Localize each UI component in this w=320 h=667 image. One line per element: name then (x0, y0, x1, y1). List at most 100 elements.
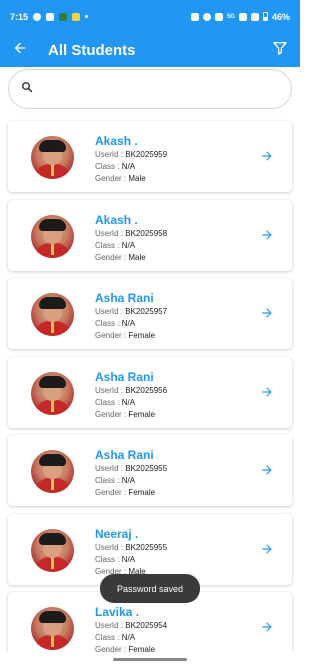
class-label: Class : (95, 240, 120, 250)
search-bar[interactable] (8, 69, 292, 109)
student-class-row: Class : N/A (95, 240, 167, 251)
student-gender: Female (128, 488, 156, 497)
whatsapp-icon (33, 12, 42, 21)
notification-dot-icon (85, 15, 89, 18)
student-class-row: Class : N/A (95, 475, 167, 486)
student-avatar (31, 450, 74, 493)
toast-message: Password saved (100, 574, 200, 603)
status-time: 7:15 (10, 11, 29, 22)
wifi-icon (238, 12, 247, 21)
student-class: N/A (121, 397, 136, 407)
student-name: Lavika . (95, 605, 140, 619)
filter-icon[interactable] (272, 40, 288, 61)
search-input[interactable] (41, 74, 291, 104)
student-userid-row: UserId : BK2025957 (95, 306, 167, 317)
student-card[interactable]: Asha Rani UserId : BK2025956 Class : N/A… (8, 356, 292, 428)
gender-label: Gender : (95, 174, 127, 183)
student-avatar (31, 371, 74, 415)
student-avatar (31, 607, 74, 650)
student-userid-row: UserId : BK2025956 (95, 385, 167, 396)
student-userid-row: UserId : BK2025959 (95, 149, 167, 160)
network-type: 5G (226, 13, 235, 20)
student-card[interactable]: Asha Rani UserId : BK2025957 Class : N/A… (8, 278, 292, 349)
toast-text: Password saved (116, 583, 184, 594)
back-arrow-icon[interactable] (12, 40, 28, 61)
gender-label: Gender : (95, 409, 127, 419)
chevron-right-arrow-icon[interactable] (260, 542, 274, 561)
battery-percent: 46% (271, 11, 290, 22)
student-name: Asha Rani (95, 448, 154, 462)
student-name: Asha Rani (95, 369, 154, 384)
student-info: Asha Rani UserId : BK2025955 Class : N/A… (95, 448, 167, 498)
userid-label: UserId : (95, 464, 124, 473)
volte-icon (214, 12, 223, 21)
gesture-nav-bar (0, 652, 300, 667)
userid-label: UserId : (95, 385, 124, 395)
network-speed-icon (190, 12, 199, 21)
student-gender-row: Gender : Female (95, 487, 167, 498)
student-info: Asha Rani UserId : BK2025956 Class : N/A… (95, 370, 167, 420)
class-label: Class : (95, 476, 120, 485)
student-gender-row: Gender : Female (95, 409, 167, 420)
student-info: Lavika . UserId : BK2025954 Class : N/A … (95, 605, 167, 655)
student-userid: BK2025955 (125, 464, 168, 473)
student-class-row: Class : N/A (95, 632, 167, 643)
linkedin-icon (46, 12, 55, 21)
student-avatar (31, 136, 74, 179)
student-userid-row: UserId : BK2025955 (95, 463, 167, 474)
student-card[interactable]: Akash . UserId : BK2025958 Class : N/A G… (8, 199, 292, 271)
chevron-right-arrow-icon[interactable] (260, 306, 274, 325)
student-info: Asha Rani UserId : BK2025957 Class : N/A… (95, 291, 167, 341)
student-class: N/A (121, 633, 136, 642)
student-name: Neeraj . (95, 526, 139, 541)
student-avatar (31, 528, 74, 572)
search-icon (21, 80, 33, 98)
student-class: N/A (121, 240, 136, 250)
class-label: Class : (95, 554, 120, 564)
student-info: Akash . UserId : BK2025959 Class : N/A G… (95, 134, 167, 184)
chevron-right-arrow-icon[interactable] (260, 149, 274, 168)
alarm-icon (202, 12, 211, 21)
student-userid: BK2025956 (125, 385, 168, 395)
student-card[interactable]: Asha Rani UserId : BK2025955 Class : N/A… (8, 435, 292, 506)
class-label: Class : (95, 319, 120, 328)
student-info: Neeraj . UserId : BK2025955 Class : N/A … (95, 527, 167, 577)
status-bar: 7:15 5G 46% (0, 0, 300, 33)
student-avatar (31, 293, 74, 336)
student-userid-row: UserId : BK2025955 (95, 542, 167, 553)
signal-icon (250, 12, 259, 21)
student-userid: BK2025955 (125, 542, 168, 552)
student-info: Akash . UserId : BK2025958 Class : N/A G… (95, 213, 167, 263)
student-class: N/A (121, 554, 136, 564)
userid-label: UserId : (95, 542, 124, 552)
app-icon (72, 12, 81, 21)
chevron-right-arrow-icon[interactable] (260, 620, 274, 639)
student-class-row: Class : N/A (95, 318, 167, 329)
student-class: N/A (121, 476, 136, 485)
student-gender: Male (128, 252, 146, 262)
student-class-row: Class : N/A (95, 397, 167, 408)
app-bar: All Students (0, 33, 300, 67)
student-gender-row: Gender : Male (95, 173, 167, 184)
chevron-right-arrow-icon[interactable] (260, 228, 274, 247)
student-userid: BK2025957 (125, 307, 168, 316)
student-gender: Female (128, 409, 156, 419)
student-class: N/A (121, 162, 136, 171)
student-class-row: Class : N/A (95, 554, 167, 565)
chevron-right-arrow-icon[interactable] (260, 463, 274, 482)
student-userid: BK2025954 (125, 621, 168, 630)
student-avatar (31, 214, 74, 258)
student-userid: BK2025958 (125, 228, 168, 238)
home-gesture-handle[interactable] (113, 658, 187, 661)
class-label: Class : (95, 633, 120, 642)
student-card[interactable]: Akash . UserId : BK2025959 Class : N/A G… (8, 121, 292, 192)
student-gender: Female (128, 331, 156, 340)
student-gender-row: Gender : Male (95, 252, 167, 263)
userid-label: UserId : (95, 307, 124, 316)
page-title: All Students (48, 41, 136, 59)
gender-label: Gender : (95, 252, 127, 262)
chevron-right-arrow-icon[interactable] (260, 385, 274, 404)
student-name: Akash . (95, 134, 138, 148)
student-userid-row: UserId : BK2025954 (95, 620, 167, 631)
userid-label: UserId : (95, 621, 124, 630)
